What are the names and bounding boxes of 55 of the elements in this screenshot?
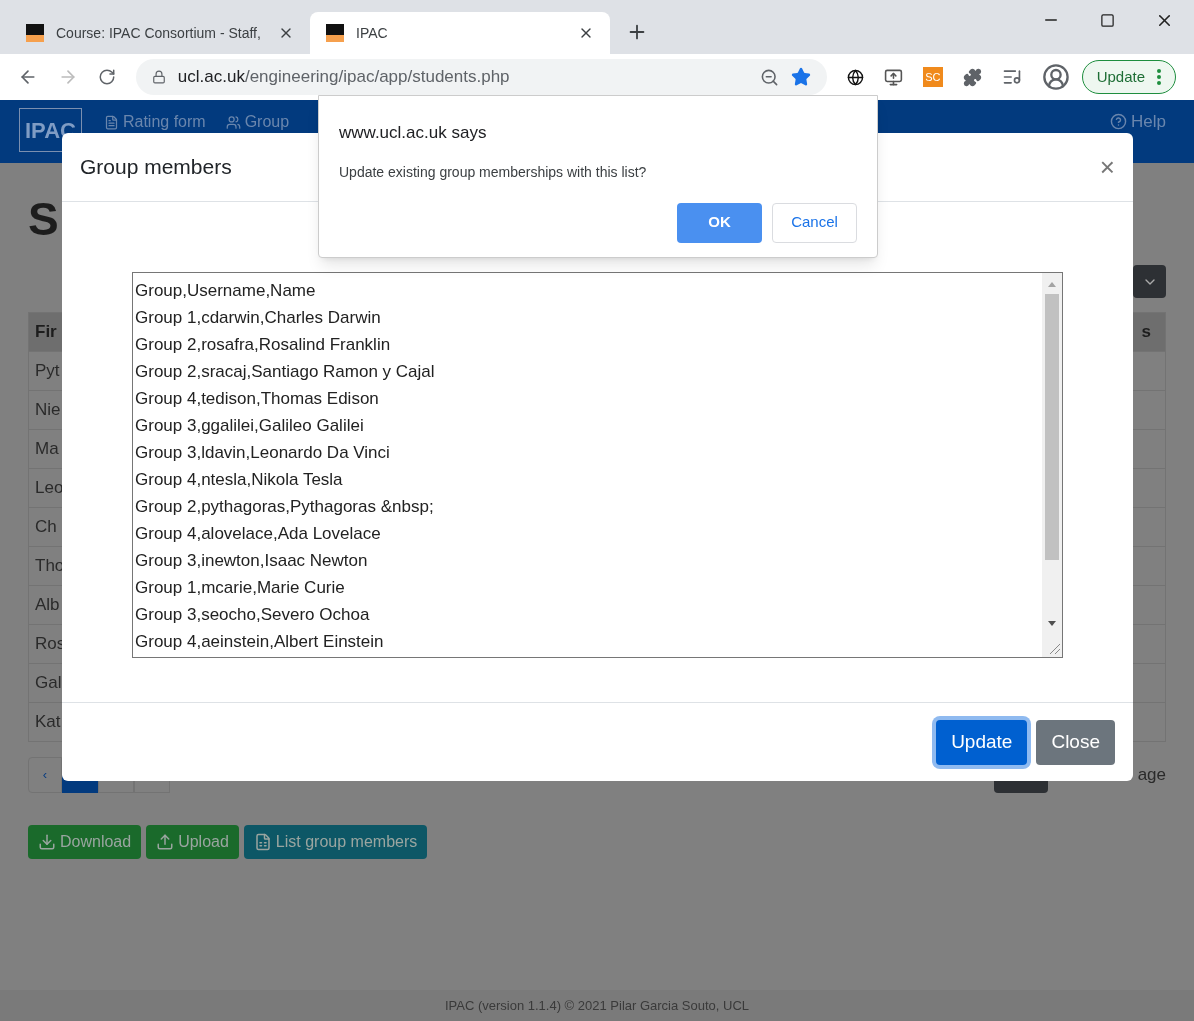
footer-text: IPAC (version 1.1.4) © 2021 Pilar Garcia Souto, UCL bbox=[444, 996, 750, 1015]
table-cell-text: Ma bbox=[35, 438, 59, 461]
close-button[interactable]: × bbox=[1099, 154, 1115, 180]
tab-title: IPAC bbox=[356, 23, 389, 43]
globe-icon[interactable] bbox=[846, 68, 864, 86]
nav-link[interactable]: Group bbox=[225, 110, 290, 134]
alert-origin: www.ucl.ac.uk says bbox=[339, 122, 488, 144]
table-cell-text: Kat bbox=[35, 711, 61, 734]
cancel-button[interactable]: Cancel bbox=[772, 202, 857, 243]
table-cell-text: Leo bbox=[35, 477, 64, 500]
modal-title: Group members bbox=[80, 154, 232, 181]
favicon-icon bbox=[326, 24, 344, 42]
url-text: ucl.ac.uk/engineering/ipac/app/students.php bbox=[177, 66, 511, 89]
users-icon bbox=[225, 114, 241, 130]
favicon-icon bbox=[26, 24, 44, 42]
download-icon bbox=[38, 833, 56, 851]
action-button[interactable]: List group members bbox=[243, 825, 428, 859]
table-cell-text: Gal bbox=[35, 672, 62, 695]
zoom-out-icon[interactable] bbox=[759, 67, 779, 87]
page-text: age bbox=[1137, 764, 1166, 787]
tab-title: Course: IPAC Consortium - Staff, bbox=[56, 23, 262, 43]
table-cell-text: Alb bbox=[35, 594, 60, 617]
extension-badge[interactable]: SC bbox=[922, 67, 943, 87]
upload-icon bbox=[156, 833, 175, 851]
monitor-icon[interactable] bbox=[883, 67, 903, 87]
file-icon bbox=[253, 833, 272, 851]
scrollbar[interactable] bbox=[1042, 273, 1062, 657]
reload-icon[interactable] bbox=[97, 68, 116, 86]
textarea-field[interactable]: Group,Username,Name Group 1,cdarwin,Charles Darwin Group 2,rosafra,Rosalind Franklin Group 2,sracaj,Santiago Ramon y Cajal Group 4,tedison,Thomas Edison Group 3,ggalilei,Galileo Galilei Group 3,ldavin,Leonardo Da Vinci Group 4,ntesla,Nikola Tesla Group 2,pythagoras,Pythagoras &nbsp; Group 4,alovelace,Ada Lovelace Group 3,inewton,Isaac Newton Group 1,mcarie,Marie Curie Group 3,seocho,Severo Ochoa Group 4,aeinstein,Albert Einstein bbox=[132, 272, 1063, 658]
action-button[interactable]: Upload bbox=[146, 825, 239, 859]
column-header: s bbox=[1141, 321, 1151, 344]
ok-button[interactable]: OK bbox=[677, 202, 762, 243]
help-icon bbox=[1110, 113, 1128, 131]
dropdown-button[interactable] bbox=[1133, 265, 1166, 298]
star-icon[interactable] bbox=[790, 67, 811, 87]
help-link[interactable]: Help bbox=[1110, 108, 1166, 135]
lock-icon bbox=[151, 70, 166, 84]
action-button[interactable]: Download bbox=[28, 825, 142, 859]
column-header: Fir bbox=[35, 321, 57, 344]
document-icon bbox=[103, 114, 119, 130]
media-icon[interactable] bbox=[1001, 67, 1022, 87]
profile-icon[interactable] bbox=[1041, 63, 1070, 91]
table-cell-text: Ch bbox=[35, 516, 57, 539]
update-button[interactable]: Update bbox=[1081, 60, 1176, 94]
browser-tab[interactable]: IPAC bbox=[310, 12, 610, 54]
table-cell-text: Nie bbox=[35, 399, 61, 422]
nav-link[interactable]: Rating form bbox=[103, 110, 206, 134]
more-icon bbox=[1157, 69, 1161, 85]
alert-message: Update existing group memberships with this list? bbox=[339, 162, 648, 182]
page-heading: S bbox=[28, 193, 59, 245]
dialog-button[interactable]: Close bbox=[1036, 719, 1115, 765]
address-bar[interactable]: ucl.ac.uk/engineering/ipac/app/students.php bbox=[135, 59, 827, 95]
table-cell-text: Pyt bbox=[35, 360, 60, 383]
extensions-icon[interactable] bbox=[962, 67, 982, 87]
maximize-icon[interactable] bbox=[1100, 12, 1115, 28]
